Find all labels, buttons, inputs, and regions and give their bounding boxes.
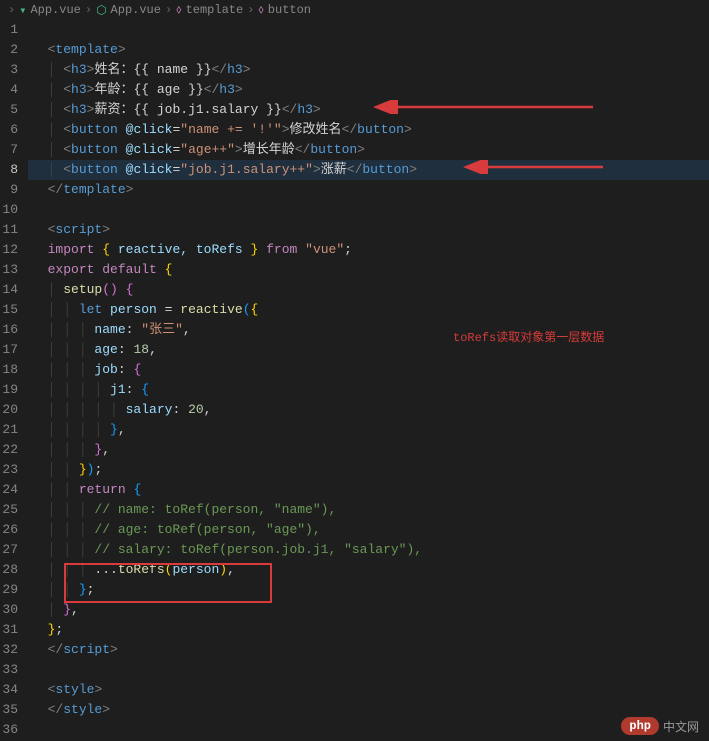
breadcrumb-item[interactable]: App.vue xyxy=(30,3,80,17)
code-line[interactable]: │ <h3>年龄：{{ age }}</h3> xyxy=(28,80,709,100)
code-line[interactable]: │ <button @click="age++">增长年龄</button> xyxy=(28,140,709,160)
code-line[interactable]: │ │ │ // age: toRef(person, "age"), xyxy=(28,520,709,540)
chevron-right-icon: › xyxy=(8,3,15,17)
code-line[interactable]: │ │ }); xyxy=(28,460,709,480)
breadcrumb-item[interactable]: button xyxy=(268,3,311,17)
code-line[interactable] xyxy=(28,200,709,220)
code-line[interactable]: │ │ │ │ │ salary: 20, xyxy=(28,400,709,420)
code-line[interactable]: │ setup() { xyxy=(28,280,709,300)
breadcrumb-item[interactable]: template xyxy=(186,3,244,17)
code-line[interactable]: │ │ │ job: { xyxy=(28,360,709,380)
code-line[interactable]: │ │ │ name: "张三", xyxy=(28,320,709,340)
code-line[interactable]: │ │ │ ...toRefs(person), xyxy=(28,560,709,580)
code-line[interactable]: │ <h3>薪资：{{ job.j1.salary }}</h3> xyxy=(28,100,709,120)
watermark-text: 中文网 xyxy=(663,718,699,735)
watermark: php 中文网 xyxy=(621,717,699,735)
code-line[interactable]: │ <h3>姓名：{{ name }}</h3> xyxy=(28,60,709,80)
code-line[interactable]: </style> xyxy=(28,700,709,720)
code-line[interactable]: │ │ │ // name: toRef(person, "name"), xyxy=(28,500,709,520)
code-line[interactable]: │ │ │ }, xyxy=(28,440,709,460)
chevron-right-icon: › xyxy=(165,3,172,17)
code-line[interactable]: <template> xyxy=(28,40,709,60)
code-line[interactable] xyxy=(28,660,709,680)
code-line[interactable]: export default { xyxy=(28,260,709,280)
code-line[interactable]: │ │ │ age: 18, xyxy=(28,340,709,360)
breadcrumb: › ▾ App.vue › ⬡ App.vue › ⬨ template › ⬨… xyxy=(0,0,709,20)
tag-icon: ⬨ xyxy=(258,3,263,17)
code-line[interactable]: </script> xyxy=(28,640,709,660)
watermark-pill: php xyxy=(621,717,659,735)
breadcrumb-item[interactable]: App.vue xyxy=(111,3,161,17)
code-line[interactable]: │ }, xyxy=(28,600,709,620)
chevron-right-icon: › xyxy=(85,3,92,17)
code-line[interactable]: <style> xyxy=(28,680,709,700)
code-line[interactable] xyxy=(28,20,709,40)
editor[interactable]: 1234567 8 9101112131415 16171819202122 2… xyxy=(0,20,709,741)
tag-icon: ⬨ xyxy=(176,3,181,17)
chevron-right-icon: › xyxy=(247,3,254,17)
code-line[interactable]: │ <button @click="name += '!'">修改姓名</but… xyxy=(28,120,709,140)
code-line[interactable]: │ │ │ │ }, xyxy=(28,420,709,440)
code-line[interactable]: <script> xyxy=(28,220,709,240)
code-line[interactable]: │ │ }; xyxy=(28,580,709,600)
vue-icon: ⬡ xyxy=(96,3,106,18)
code-line[interactable]: </template> xyxy=(28,180,709,200)
code-area[interactable]: <template> │ <h3>姓名：{{ name }}</h3> │ <h… xyxy=(28,20,709,741)
code-line[interactable]: │ │ │ │ j1: { xyxy=(28,380,709,400)
code-line[interactable]: │ │ return { xyxy=(28,480,709,500)
code-line[interactable]: │ │ let person = reactive({ xyxy=(28,300,709,320)
code-line[interactable]: │ │ │ // salary: toRef(person.job.j1, "s… xyxy=(28,540,709,560)
vue-icon: ▾ xyxy=(19,3,26,18)
code-line[interactable] xyxy=(28,720,709,740)
line-gutter: 1234567 8 9101112131415 16171819202122 2… xyxy=(0,20,28,741)
code-line[interactable]: │ <button @click="job.j1.salary++">涨薪</b… xyxy=(28,160,709,180)
code-line[interactable]: import { reactive, toRefs } from "vue"; xyxy=(28,240,709,260)
code-line[interactable]: }; xyxy=(28,620,709,640)
